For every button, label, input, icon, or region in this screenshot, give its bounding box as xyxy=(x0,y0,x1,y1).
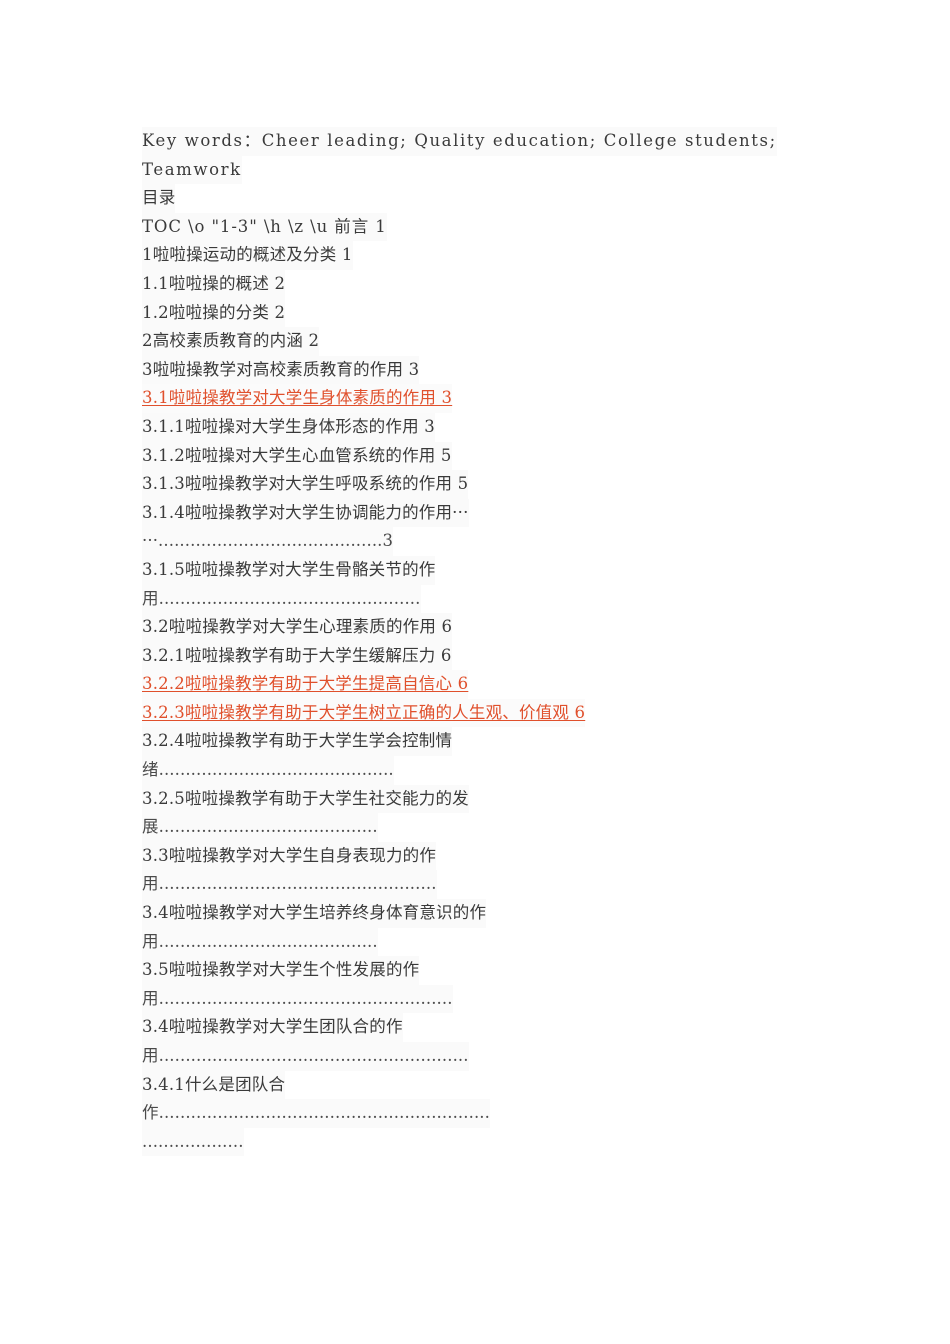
toc-entry-highlighted[interactable]: 3.1啦啦操教学对大学生身体素质的作用 3 xyxy=(142,384,453,413)
toc-dot-leader: 展.......................................… xyxy=(142,813,378,842)
toc-dot-leader: 绪.......................................… xyxy=(142,756,394,785)
toc-entry[interactable]: 1.1啦啦操的概述 2 xyxy=(142,269,286,299)
toc-entry-highlighted[interactable]: 3.2.2啦啦操教学有助于大学生提高自信心 6 xyxy=(142,670,469,699)
toc-entry[interactable]: 3.2啦啦操教学对大学生心理素质的作用 6 xyxy=(142,613,453,642)
toc-entry[interactable]: 3.5啦啦操教学对大学生个性发展的作 xyxy=(142,956,420,985)
toc-entry[interactable]: 3啦啦操教学对高校素质教育的作用 3 xyxy=(142,355,420,385)
keywords-line-2: Teamwork xyxy=(142,155,242,185)
toc-entry[interactable]: 3.1.2啦啦操对大学生心血管系统的作用 5 xyxy=(142,441,452,471)
toc-field-code: TOC \o "1-3" \h \z \u 前言 1 xyxy=(142,212,387,242)
toc-dot-leader: ................... xyxy=(142,1127,244,1157)
toc-dot-leader: 用.......................................… xyxy=(142,927,378,957)
toc-entry-highlighted[interactable]: 3.2.3啦啦操教学有助于大学生树立正确的人生观、价值观 6 xyxy=(142,698,586,728)
toc-entry[interactable]: 3.1.4啦啦操教学对大学生协调能力的作用··· xyxy=(142,498,469,528)
toc-dot-leader: 作.......................................… xyxy=(142,1099,490,1128)
toc-entry[interactable]: 3.3啦啦操教学对大学生自身表现力的作 xyxy=(142,841,437,871)
toc-entry[interactable]: 3.1.1啦啦操对大学生身体形态的作用 3 xyxy=(142,412,435,442)
toc-entry[interactable]: 3.2.4啦啦操教学有助于大学生学会控制情 xyxy=(142,727,453,757)
toc-dot-leader: 用.......................................… xyxy=(142,1042,469,1071)
toc-entry[interactable]: 3.1.5啦啦操教学对大学生骨骼关节的作 xyxy=(142,555,436,585)
toc-dot-leader: 用.......................................… xyxy=(142,584,421,614)
toc-entry[interactable]: 1.2啦啦操的分类 2 xyxy=(142,298,286,328)
toc-dot-leader: 用.......................................… xyxy=(142,870,437,900)
document-page: Key words：Cheer leading; Quality educati… xyxy=(0,0,950,1344)
toc-entry[interactable]: 2高校素质教育的内涵 2 xyxy=(142,327,320,356)
toc-entry[interactable]: 3.1.3啦啦操教学对大学生呼吸系统的作用 5 xyxy=(142,470,469,499)
document-text-body: Key words：Cheer leading; Quality educati… xyxy=(142,127,842,1157)
keywords-line-1: Key words：Cheer leading; Quality educati… xyxy=(142,127,777,156)
toc-entry[interactable]: 3.4.1什么是团队合 xyxy=(142,1070,286,1100)
toc-entry[interactable]: 1啦啦操运动的概述及分类 1 xyxy=(142,241,353,270)
toc-entry[interactable]: 3.4啦啦操教学对大学生团队合的作 xyxy=(142,1013,403,1042)
toc-entry[interactable]: 3.2.5啦啦操教学有助于大学生社交能力的发 xyxy=(142,784,469,814)
toc-dot-leader: 用.......................................… xyxy=(142,984,453,1014)
toc-heading: 目录 xyxy=(142,184,176,213)
toc-entry[interactable]: 3.2.1啦啦操教学有助于大学生缓解压力 6 xyxy=(142,641,452,671)
toc-dot-leader: ···.....................................… xyxy=(142,527,394,556)
toc-entry[interactable]: 3.4啦啦操教学对大学生培养终身体育意识的作 xyxy=(142,899,487,928)
